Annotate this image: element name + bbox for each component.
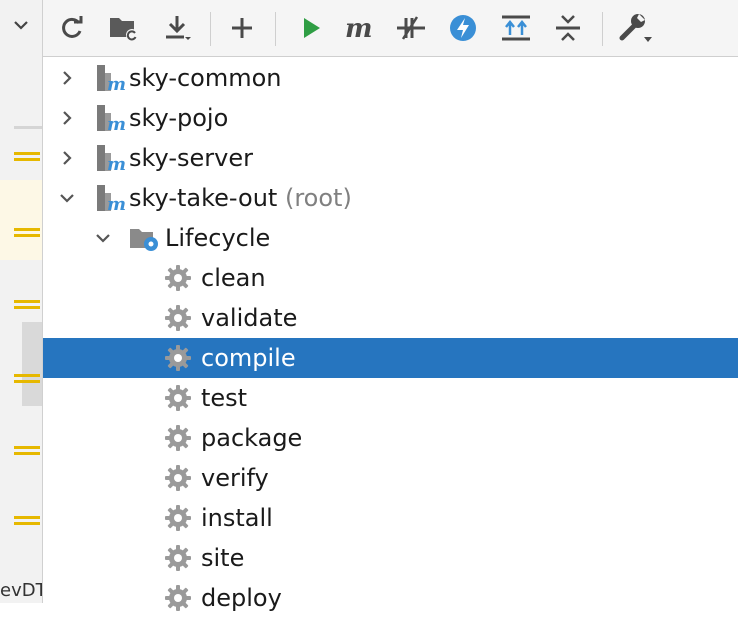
project-name: sky-take-out	[129, 184, 278, 212]
toolbar-separator	[602, 12, 603, 46]
svg-text:m: m	[345, 14, 373, 43]
tree-item-sky-common[interactable]: m sky-common	[43, 58, 738, 98]
tree-item-label: test	[201, 384, 248, 412]
editor-edge-text: evDT	[0, 580, 42, 601]
chevron-right-icon[interactable]	[57, 108, 77, 128]
chevron-right-icon[interactable]	[57, 68, 77, 88]
change-marker	[14, 152, 40, 161]
settings-wrench-icon	[619, 14, 652, 42]
tree-item-phase-test[interactable]: test	[43, 378, 738, 418]
tree-item-phase-install[interactable]: install	[43, 498, 738, 538]
root-suffix: (root)	[284, 184, 352, 212]
add-icon	[232, 18, 252, 38]
download-icon	[166, 16, 191, 40]
tree-item-label: site	[201, 544, 245, 572]
chevron-down-icon[interactable]	[10, 14, 32, 36]
tree-item-label: sky-common	[129, 64, 282, 92]
tree-item-phase-validate[interactable]: validate	[43, 298, 738, 338]
gear-icon	[165, 345, 191, 371]
offline-mode-icon	[450, 15, 476, 41]
reload-icon	[62, 16, 83, 38]
maven-goal-icon: m	[345, 14, 373, 43]
tree-item-sky-server[interactable]: m sky-server	[43, 138, 738, 178]
change-marker	[14, 228, 40, 237]
tree-item-phase-deploy[interactable]: deploy	[43, 578, 738, 618]
gear-icon	[165, 465, 191, 491]
reimport-folder-button[interactable]	[107, 10, 141, 46]
left-editor-strip: evDT	[0, 0, 43, 603]
change-marker	[14, 374, 40, 383]
tree-item-label: install	[201, 504, 273, 532]
tree-item-phase-compile[interactable]: compile	[43, 338, 738, 378]
tree-item-label: sky-server	[129, 144, 253, 172]
run-button[interactable]	[294, 10, 328, 46]
gear-icon	[165, 505, 191, 531]
chevron-right-icon[interactable]	[57, 148, 77, 168]
download-sources-button[interactable]	[160, 10, 194, 46]
tree-item-label: deploy	[201, 584, 282, 612]
tree-item-phase-site[interactable]: site	[43, 538, 738, 578]
tree-item-label: compile	[201, 344, 296, 372]
tree-item-label: validate	[201, 304, 298, 332]
tree-item-phase-package[interactable]: package	[43, 418, 738, 458]
gear-icon	[165, 305, 191, 331]
lifecycle-folder-icon	[130, 229, 158, 251]
svg-text:m: m	[107, 154, 125, 173]
chevron-down-icon[interactable]	[57, 188, 77, 208]
gear-icon	[165, 585, 191, 611]
maven-module-icon: m	[97, 145, 125, 173]
chevron-down-icon[interactable]	[93, 228, 113, 248]
divider	[14, 126, 42, 129]
maven-module-icon: m	[97, 65, 125, 93]
gear-icon	[165, 425, 191, 451]
add-project-button[interactable]	[225, 10, 259, 46]
tree-item-label: package	[201, 424, 303, 452]
toolbar-separator	[275, 12, 276, 46]
change-marker	[14, 300, 40, 309]
collapse-all-button[interactable]	[551, 10, 585, 46]
maven-toolbar: m	[43, 0, 738, 57]
tree-item-sky-take-out[interactable]: m sky-take-out (root)	[43, 178, 738, 218]
run-icon	[304, 18, 320, 38]
tree-item-label: clean	[201, 264, 266, 292]
highlight-band	[0, 180, 42, 260]
show-dependencies-icon	[502, 15, 530, 41]
gear-icon	[165, 545, 191, 571]
skip-tests-icon	[397, 16, 425, 40]
svg-text:m: m	[107, 114, 125, 133]
maven-project-tree: m sky-common m sky-pojo m sky-server m s…	[43, 58, 738, 612]
show-dependencies-button[interactable]	[499, 10, 533, 46]
toggle-skip-tests-button[interactable]	[394, 10, 428, 46]
reload-button[interactable]	[55, 10, 89, 46]
toolbar-separator	[210, 12, 211, 46]
maven-module-icon: m	[97, 185, 125, 213]
collapse-all-icon	[556, 15, 580, 41]
tree-item-label: verify	[201, 464, 269, 492]
tree-item-phase-clean[interactable]: clean	[43, 258, 738, 298]
tree-item-sky-pojo[interactable]: m sky-pojo	[43, 98, 738, 138]
svg-text:m: m	[107, 74, 125, 93]
tree-item-lifecycle[interactable]: Lifecycle	[43, 218, 738, 258]
gear-icon	[165, 265, 191, 291]
tree-item-label: sky-pojo	[129, 104, 229, 132]
tree-item-label: Lifecycle	[165, 224, 271, 252]
toggle-offline-mode-button[interactable]	[446, 10, 480, 46]
folder-reload-icon	[110, 18, 138, 41]
maven-settings-button[interactable]	[618, 10, 652, 46]
change-marker	[14, 446, 40, 455]
tree-item-phase-verify[interactable]: verify	[43, 458, 738, 498]
gear-icon	[165, 385, 191, 411]
tree-item-label: sky-take-out (root)	[129, 184, 352, 212]
svg-text:m: m	[107, 194, 125, 213]
scrollbar-thumb[interactable]	[22, 322, 42, 406]
change-marker	[14, 516, 40, 525]
execute-maven-goal-button[interactable]: m	[343, 10, 377, 46]
maven-module-icon: m	[97, 105, 125, 133]
